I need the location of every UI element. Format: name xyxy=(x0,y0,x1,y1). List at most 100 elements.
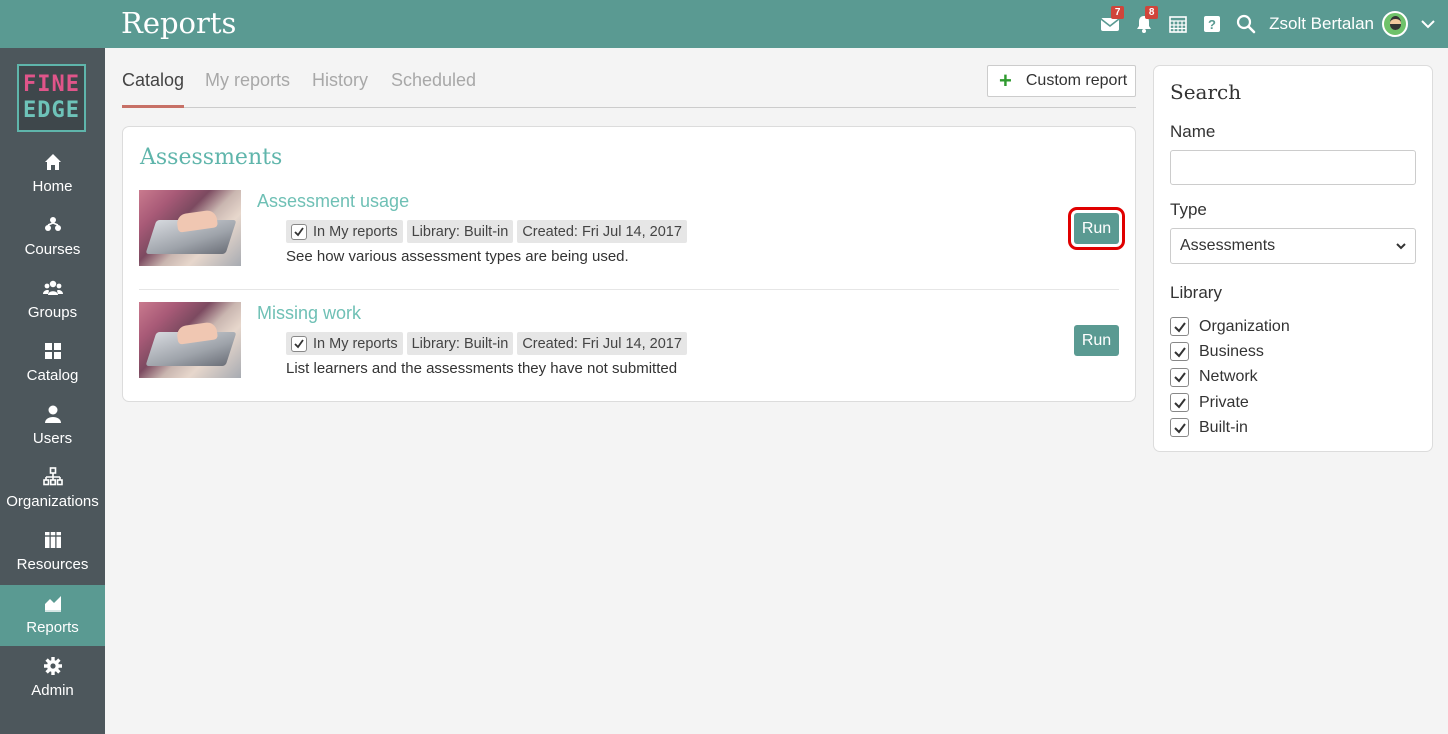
sidebar-item-groups[interactable]: Groups xyxy=(0,270,105,331)
section-title: Assessments xyxy=(140,145,283,170)
user-name[interactable]: Zsolt Bertalan xyxy=(1269,14,1374,34)
chevron-down-icon xyxy=(1396,243,1406,250)
report-tags: In My reports Library: Built-in Created:… xyxy=(286,220,687,243)
calendar-button[interactable] xyxy=(1161,0,1195,48)
plus-icon: + xyxy=(999,68,1012,93)
notifications-button[interactable]: 8 xyxy=(1127,0,1161,48)
sidebar-item-label: Users xyxy=(32,430,73,447)
sidebar-item-catalog[interactable]: Catalog xyxy=(0,333,105,394)
report-description: List learners and the assessments they h… xyxy=(286,360,678,377)
library-option-label: Organization xyxy=(1199,317,1290,335)
logo-line-2: EDGE xyxy=(23,98,80,123)
library-option-label: Private xyxy=(1199,393,1249,411)
user-icon xyxy=(44,405,61,423)
sidebar-item-label: Reports xyxy=(26,619,79,636)
sidebar-item-resources[interactable]: Resources xyxy=(0,522,105,583)
checkbox-checked-icon[interactable] xyxy=(291,223,307,240)
report-name-link[interactable]: Assessment usage xyxy=(257,191,409,212)
name-input[interactable] xyxy=(1170,150,1416,185)
search-button[interactable] xyxy=(1229,0,1263,48)
library-option-built-in[interactable]: Built-in xyxy=(1170,415,1290,440)
type-select[interactable]: Assessments xyxy=(1170,228,1416,264)
run-button[interactable]: Run xyxy=(1074,325,1119,356)
checkbox-checked-icon[interactable] xyxy=(1170,342,1189,362)
gear-icon xyxy=(43,657,62,675)
checkbox-checked-icon[interactable] xyxy=(1170,367,1189,387)
resources-icon xyxy=(44,532,61,548)
checkbox-checked-icon[interactable] xyxy=(1170,317,1189,337)
custom-report-label: Custom report xyxy=(1025,72,1128,89)
calendar-icon xyxy=(1169,16,1187,33)
library-option-network[interactable]: Network xyxy=(1170,365,1290,390)
organizations-icon xyxy=(42,467,63,486)
sidebar-item-courses[interactable]: Courses xyxy=(0,207,105,268)
sidebar-item-users[interactable]: Users xyxy=(0,396,105,457)
library-filter-list: Organization Business Network Private Bu… xyxy=(1170,314,1290,440)
courses-icon xyxy=(44,217,61,231)
report-thumbnail-image xyxy=(139,302,241,378)
report-tabs: Catalog My reports History Scheduled + C… xyxy=(122,60,1136,108)
tag-label: In My reports xyxy=(313,223,398,240)
tab-my-reports[interactable]: My reports xyxy=(205,70,290,108)
type-select-value: Assessments xyxy=(1180,237,1276,254)
report-tags: In My reports Library: Built-in Created:… xyxy=(286,332,687,355)
created-tag: Created: Fri Jul 14, 2017 xyxy=(517,220,687,243)
report-row: Assessment usage In My reports Library: … xyxy=(139,190,1125,290)
tag-label: In My reports xyxy=(313,335,398,352)
custom-report-button[interactable]: + Custom report xyxy=(987,65,1136,97)
library-option-label: Business xyxy=(1199,342,1264,360)
library-option-private[interactable]: Private xyxy=(1170,390,1290,415)
logo-line-1: FINE xyxy=(23,72,80,97)
sidebar-item-label: Home xyxy=(32,178,73,195)
in-my-reports-tag[interactable]: In My reports xyxy=(286,332,403,355)
sidebar-item-reports[interactable]: Reports xyxy=(0,585,105,646)
report-thumbnail-image xyxy=(139,190,241,266)
report-row: Missing work In My reports Library: Buil… xyxy=(139,302,1119,402)
tab-catalog[interactable]: Catalog xyxy=(122,70,185,108)
name-label: Name xyxy=(1170,122,1216,141)
library-tag: Library: Built-in xyxy=(406,332,514,355)
sidebar-item-home[interactable]: Home xyxy=(0,144,105,205)
library-tag: Library: Built-in xyxy=(406,220,514,243)
report-name-link[interactable]: Missing work xyxy=(257,303,361,324)
created-tag: Created: Fri Jul 14, 2017 xyxy=(517,332,687,355)
sidebar-item-label: Catalog xyxy=(26,367,79,384)
library-option-business[interactable]: Business xyxy=(1170,339,1290,364)
sidebar-item-label: Courses xyxy=(24,241,81,258)
svg-text:?: ? xyxy=(1208,17,1216,32)
run-button[interactable]: Run xyxy=(1068,207,1125,250)
header-toolbar: 7 8 ? Zsolt Bertalan xyxy=(1093,0,1448,48)
checkbox-checked-icon[interactable] xyxy=(1170,418,1189,438)
sidebar-item-label: Groups xyxy=(27,304,78,321)
checkbox-checked-icon[interactable] xyxy=(1170,393,1189,413)
help-button[interactable]: ? xyxy=(1195,0,1229,48)
sidebar-item-label: Resources xyxy=(16,556,89,573)
page-title: Reports xyxy=(121,6,237,40)
sidebar-item-label: Admin xyxy=(31,682,74,699)
chevron-down-icon xyxy=(1421,20,1435,29)
notifications-badge: 8 xyxy=(1145,6,1159,19)
in-my-reports-tag[interactable]: In My reports xyxy=(286,220,403,243)
sidebar-item-label: Organizations xyxy=(6,493,99,510)
library-option-label: Network xyxy=(1199,368,1258,386)
avatar[interactable] xyxy=(1382,11,1408,37)
catalog-icon xyxy=(44,343,61,359)
tab-scheduled[interactable]: Scheduled xyxy=(391,70,476,108)
groups-icon xyxy=(42,280,63,295)
reports-icon xyxy=(44,596,61,612)
type-label: Type xyxy=(1170,200,1207,219)
messages-button[interactable]: 7 xyxy=(1093,0,1127,48)
top-header: Reports 7 8 ? Zsolt Bertalan xyxy=(0,0,1448,48)
tab-history[interactable]: History xyxy=(312,70,368,108)
user-menu-toggle[interactable] xyxy=(1408,0,1448,48)
library-option-organization[interactable]: Organization xyxy=(1170,314,1290,339)
search-panel: Search Name Type Assessments Library Org… xyxy=(1153,65,1433,452)
messages-badge: 7 xyxy=(1111,6,1125,19)
report-description: See how various assessment types are bei… xyxy=(286,248,629,265)
search-title: Search xyxy=(1170,80,1242,104)
sidebar-item-organizations[interactable]: Organizations xyxy=(0,459,105,520)
home-icon xyxy=(44,154,61,170)
checkbox-checked-icon[interactable] xyxy=(291,335,307,352)
sidebar-item-admin[interactable]: Admin xyxy=(0,648,105,709)
fine-edge-logo[interactable]: FINE EDGE xyxy=(17,64,86,132)
